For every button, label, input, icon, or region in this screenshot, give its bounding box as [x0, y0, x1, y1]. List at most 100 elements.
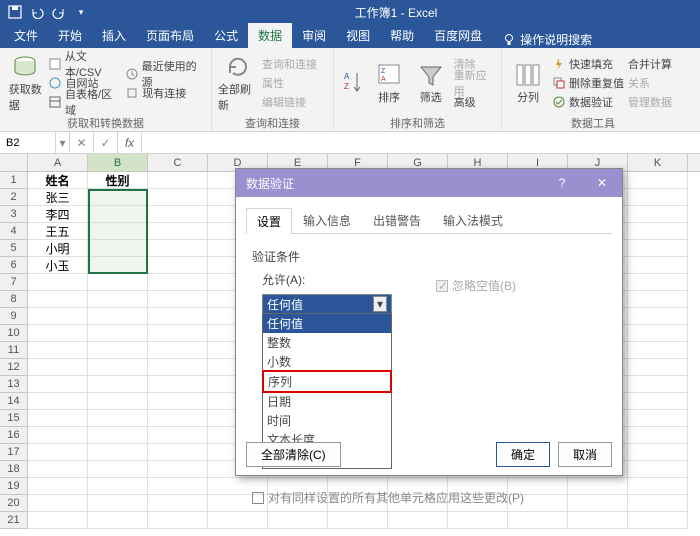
cell[interactable] [28, 478, 88, 495]
cell[interactable] [628, 223, 688, 240]
dropdown-item[interactable]: 日期 [263, 392, 391, 411]
reapply-button[interactable]: 重新应用 [454, 74, 495, 92]
cell[interactable] [148, 512, 208, 529]
cell[interactable] [148, 240, 208, 257]
cell[interactable] [88, 410, 148, 427]
flash-fill-button[interactable]: 快速填充 [552, 55, 624, 73]
row-header[interactable]: 6 [0, 257, 28, 274]
cell[interactable] [88, 427, 148, 444]
cell[interactable]: 姓名 [28, 172, 88, 189]
dropdown-item[interactable]: 序列 [262, 370, 392, 393]
tab-baidu[interactable]: 百度网盘 [424, 23, 492, 48]
row-header[interactable]: 18 [0, 461, 28, 478]
cell[interactable] [148, 172, 208, 189]
tab-input-msg[interactable]: 输入信息 [292, 207, 362, 233]
cell[interactable] [28, 308, 88, 325]
text-to-columns-button[interactable]: 分列 [508, 51, 548, 115]
ignore-blank-checkbox[interactable]: ✓ 忽略空值(B) [436, 277, 516, 294]
cell[interactable] [28, 274, 88, 291]
cell[interactable] [628, 393, 688, 410]
dropdown-item[interactable]: 时间 [263, 411, 391, 430]
cell[interactable] [268, 512, 328, 529]
cell[interactable] [88, 495, 148, 512]
sort-button[interactable]: ZA 排序 [370, 51, 408, 115]
cell[interactable] [628, 495, 688, 512]
row-header[interactable]: 13 [0, 376, 28, 393]
row-header[interactable]: 14 [0, 393, 28, 410]
cell[interactable] [88, 240, 148, 257]
row-header[interactable]: 8 [0, 291, 28, 308]
redo-icon[interactable] [50, 3, 68, 21]
refresh-all-button[interactable]: 全部刷新 [218, 51, 258, 115]
row-header[interactable]: 4 [0, 223, 28, 240]
name-box-dropdown[interactable]: ▾ [56, 132, 70, 153]
advanced-filter-button[interactable]: 高级 [454, 93, 495, 111]
row-header[interactable]: 21 [0, 512, 28, 529]
cell[interactable] [88, 223, 148, 240]
row-header[interactable]: 1 [0, 172, 28, 189]
cell[interactable] [628, 444, 688, 461]
cell[interactable] [28, 393, 88, 410]
existing-conn-button[interactable]: 现有连接 [125, 84, 205, 102]
tab-error-alert[interactable]: 出错警告 [362, 207, 432, 233]
cell[interactable] [28, 342, 88, 359]
cell[interactable] [628, 512, 688, 529]
cell[interactable] [148, 410, 208, 427]
col-header[interactable]: B [88, 154, 148, 171]
row-header[interactable]: 19 [0, 478, 28, 495]
cell[interactable] [628, 478, 688, 495]
tab-home[interactable]: 开始 [48, 23, 92, 48]
cell[interactable] [28, 359, 88, 376]
cell[interactable] [28, 512, 88, 529]
cell[interactable] [88, 257, 148, 274]
cell[interactable] [628, 291, 688, 308]
remove-dupes-button[interactable]: 删除重复值 [552, 74, 624, 92]
row-header[interactable]: 17 [0, 444, 28, 461]
consolidate-button[interactable]: 合并计算 [628, 55, 672, 73]
cell[interactable] [88, 359, 148, 376]
cancel-button[interactable]: 取消 [558, 442, 612, 467]
cell[interactable]: 小明 [28, 240, 88, 257]
cell[interactable] [628, 257, 688, 274]
cell[interactable] [628, 376, 688, 393]
cell[interactable] [148, 495, 208, 512]
cell[interactable] [328, 512, 388, 529]
tell-me-search[interactable]: 操作说明搜索 [492, 31, 602, 48]
cell[interactable] [88, 512, 148, 529]
row-header[interactable]: 5 [0, 240, 28, 257]
cell[interactable] [628, 308, 688, 325]
dropdown-item[interactable]: 任何值 [263, 314, 391, 333]
allow-select[interactable]: 任何值 ▾ [262, 294, 392, 314]
cell[interactable] [148, 359, 208, 376]
tab-insert[interactable]: 插入 [92, 23, 136, 48]
cell[interactable] [148, 376, 208, 393]
cell[interactable] [148, 308, 208, 325]
formula-input[interactable] [142, 132, 700, 153]
confirm-formula-icon[interactable]: ✓ [94, 132, 118, 153]
cell[interactable] [88, 444, 148, 461]
row-header[interactable]: 3 [0, 206, 28, 223]
cell[interactable] [148, 291, 208, 308]
cell[interactable] [88, 461, 148, 478]
tab-help[interactable]: 帮助 [380, 23, 424, 48]
dropdown-item[interactable]: 整数 [263, 333, 391, 352]
cell[interactable] [148, 223, 208, 240]
from-range-button[interactable]: 自表格/区域 [48, 93, 121, 111]
cell[interactable]: 张三 [28, 189, 88, 206]
cell[interactable] [628, 359, 688, 376]
cell[interactable] [148, 342, 208, 359]
ok-button[interactable]: 确定 [496, 442, 550, 467]
cancel-formula-icon[interactable]: ✕ [70, 132, 94, 153]
tab-page-layout[interactable]: 页面布局 [136, 23, 204, 48]
cell[interactable] [28, 444, 88, 461]
cell[interactable]: 性别 [88, 172, 148, 189]
tab-settings[interactable]: 设置 [246, 208, 292, 234]
row-header[interactable]: 10 [0, 325, 28, 342]
cell[interactable]: 李四 [28, 206, 88, 223]
row-header[interactable]: 2 [0, 189, 28, 206]
row-header[interactable]: 12 [0, 359, 28, 376]
properties-button[interactable]: 属性 [262, 74, 317, 92]
row-header[interactable]: 16 [0, 427, 28, 444]
cell[interactable] [28, 376, 88, 393]
col-header[interactable]: A [28, 154, 88, 171]
